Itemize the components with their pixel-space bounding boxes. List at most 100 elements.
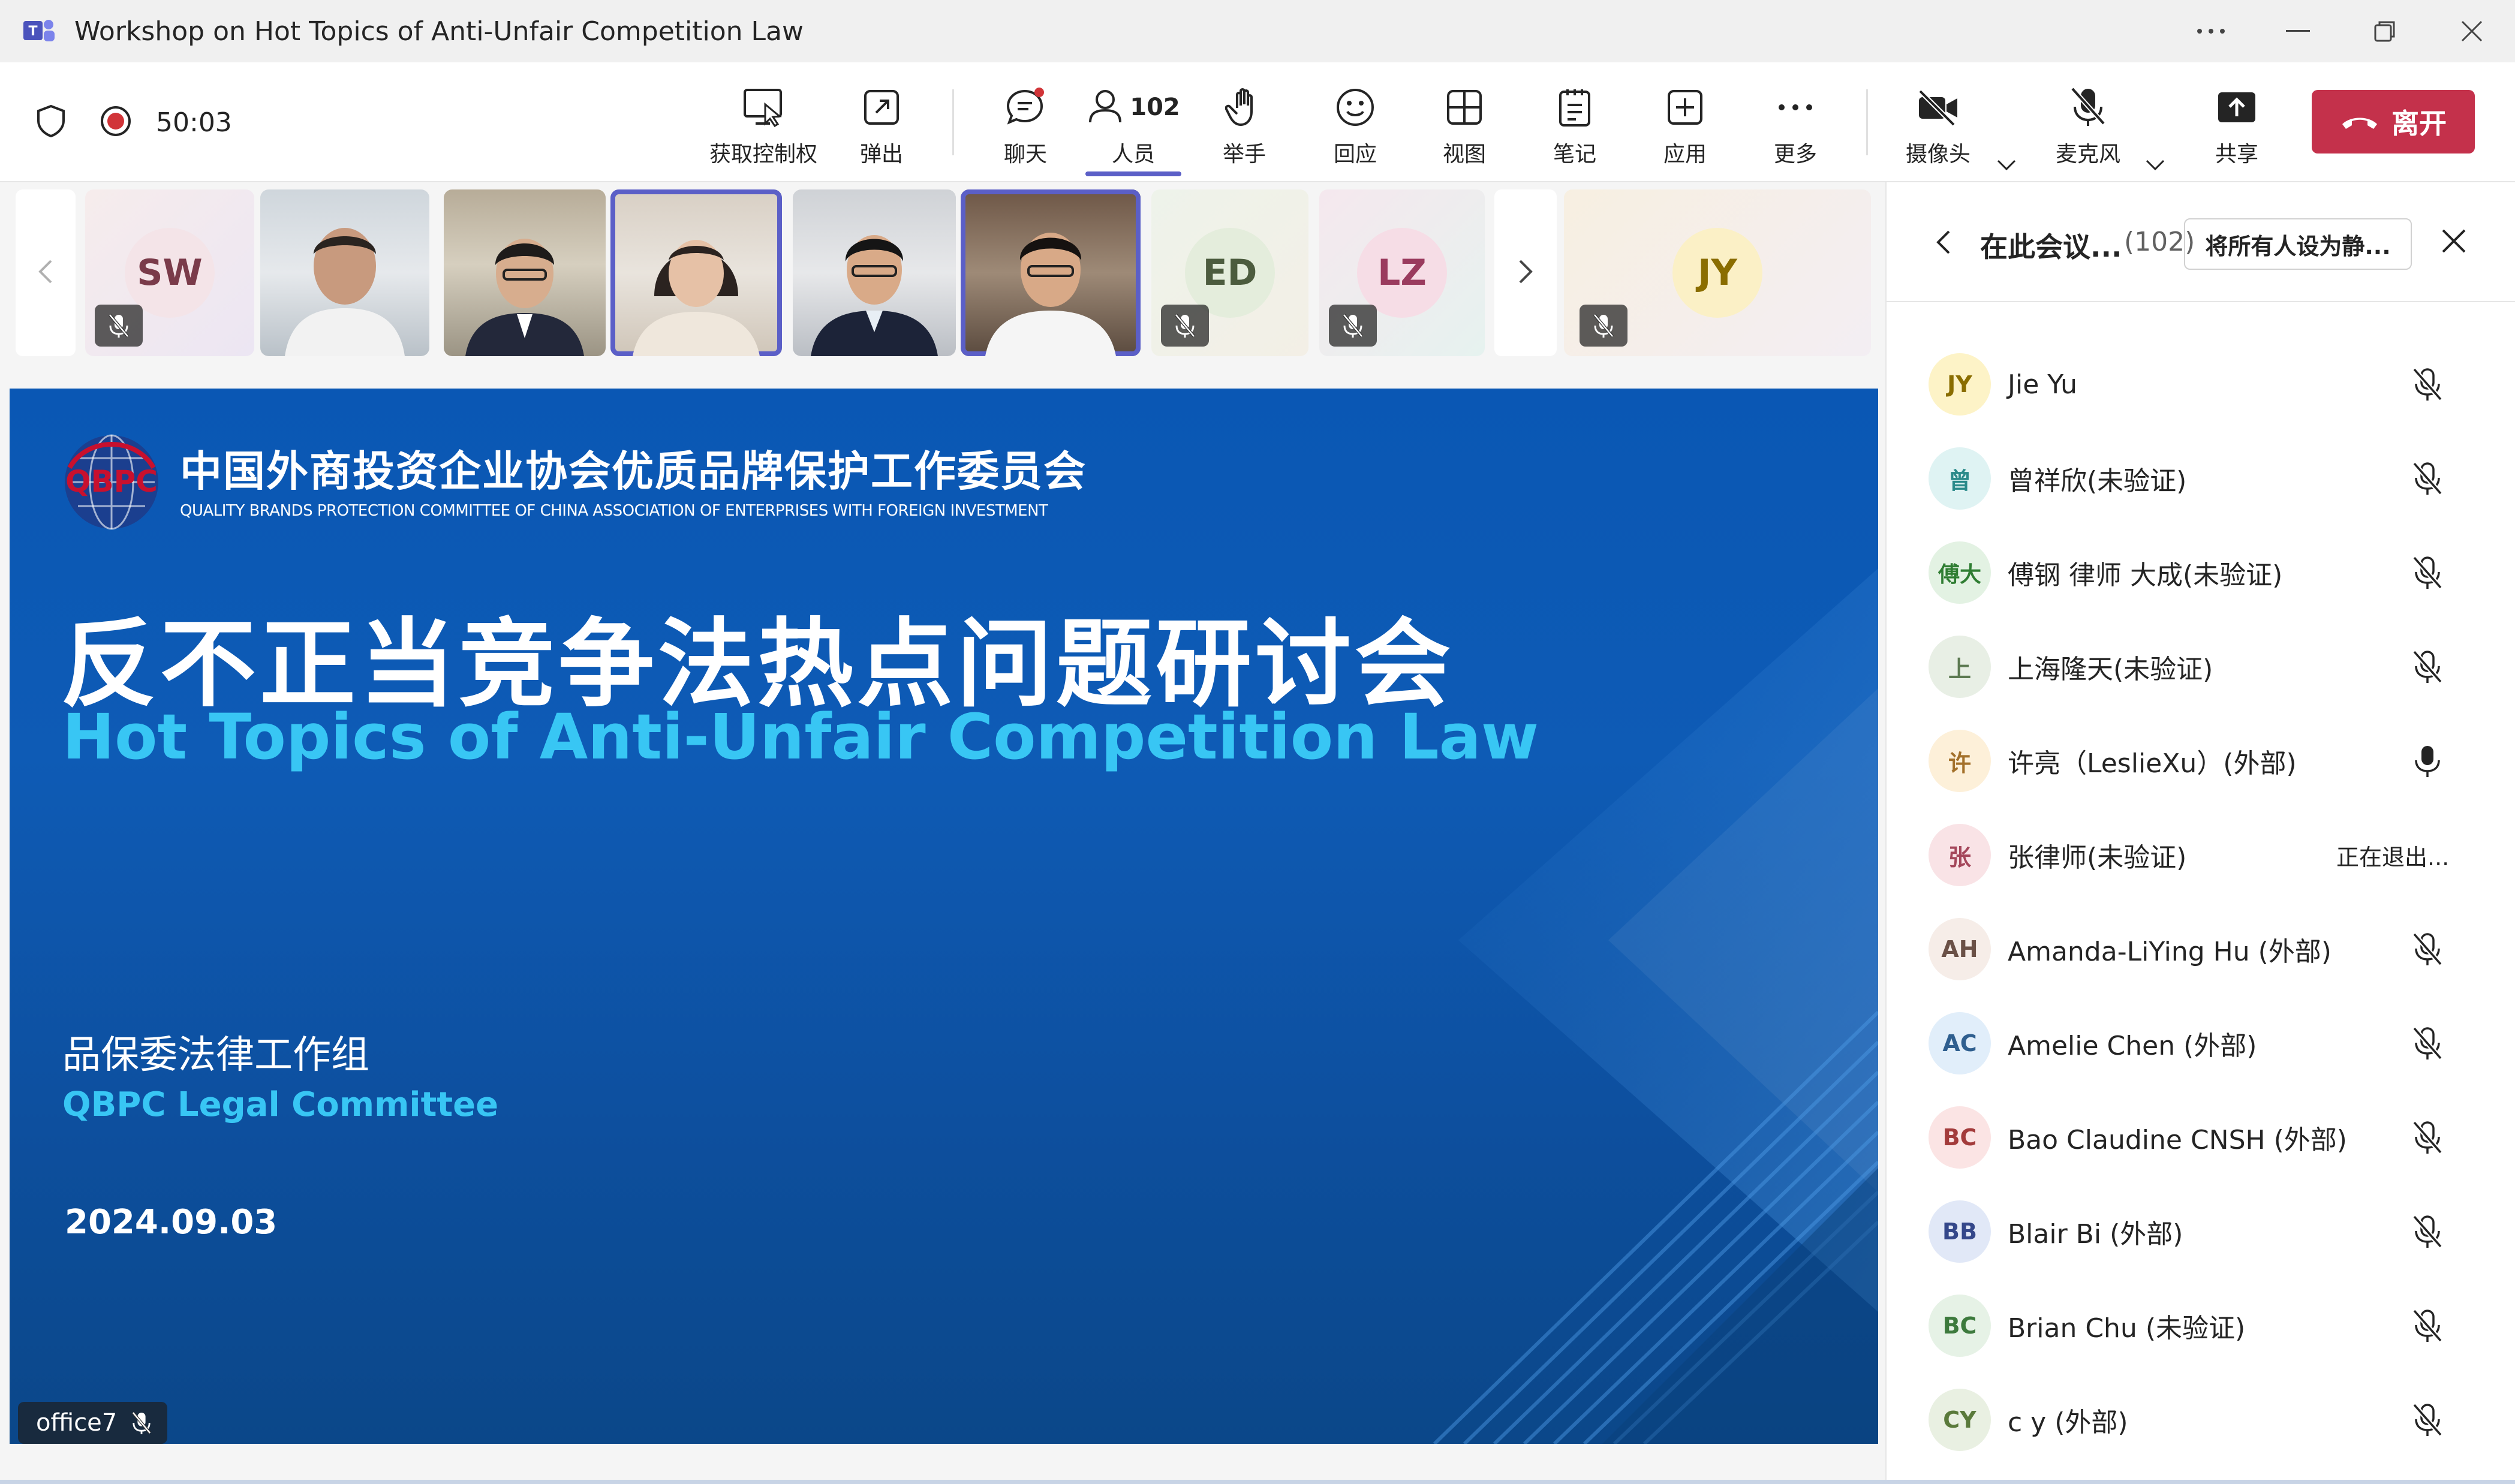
raise-hand-button[interactable]: 举手 — [1190, 80, 1298, 170]
mic-off-icon[interactable] — [2408, 930, 2447, 968]
participant-video — [465, 239, 584, 356]
chevron-left-icon — [37, 258, 55, 287]
avatar: JY — [1672, 228, 1762, 318]
restore-icon[interactable] — [2341, 0, 2428, 62]
participant-name: 傅钢 律师 大成(未验证) — [2008, 560, 2283, 591]
active-tab-indicator — [1085, 171, 1181, 176]
mic-off-icon[interactable] — [2408, 1118, 2447, 1157]
back-chevron-icon[interactable] — [1935, 228, 1953, 259]
camera-button[interactable]: 摄像头 — [1884, 80, 1992, 170]
mic-off-icon[interactable] — [2408, 365, 2447, 404]
shield-icon[interactable] — [36, 104, 66, 140]
shared-presentation-slide: QBPC 中国外商投资企业协会优质品牌保护工作委员会 QUALITY BRAND… — [10, 389, 1878, 1444]
mic-on-icon[interactable] — [2408, 742, 2447, 780]
participant-row[interactable]: 许许亮（LeslieXu）(外部) — [1887, 714, 2515, 808]
participant-video-tile[interactable] — [444, 189, 606, 356]
minimize-icon[interactable] — [2254, 0, 2341, 62]
more-label: 更多 — [1773, 142, 1817, 167]
mic-label: 麦克风 — [2055, 142, 2120, 167]
leave-label: 离开 — [2391, 107, 2447, 140]
pop-out-button[interactable]: 弹出 — [828, 80, 935, 170]
mic-off-icon — [1329, 305, 1377, 347]
participant-tile[interactable]: JY — [1564, 189, 1871, 356]
leave-button[interactable]: 离开 — [2312, 90, 2475, 153]
avatar: 许 — [1929, 730, 1991, 792]
pop-out-label: 弹出 — [859, 142, 903, 167]
avatar: 曾 — [1929, 447, 1991, 510]
mic-off-icon[interactable] — [2408, 1307, 2447, 1345]
participant-row[interactable]: BC Bao Claudine CNSH (外部) — [1887, 1090, 2515, 1185]
close-icon[interactable] — [2428, 0, 2515, 62]
share-button[interactable]: 共享 — [2183, 80, 2291, 170]
participant-row[interactable]: BB Blair Bi (外部) — [1887, 1184, 2515, 1279]
org-name-cn: 中国外商投资企业协会优质品牌保护工作委员会 — [180, 446, 1087, 496]
participant-name: 许亮（LeslieXu）(外部) — [2008, 748, 2297, 779]
mic-off-icon[interactable] — [2408, 648, 2447, 686]
mic-options-chevron-icon[interactable] — [2143, 152, 2173, 182]
apps-button[interactable]: 应用 — [1631, 80, 1739, 170]
slide-department-en: QBPC Legal Committee — [62, 1085, 499, 1124]
participant-row[interactable]: 傅大 傅钢 律师 大成(未验证) — [1887, 525, 2515, 620]
participant-video-tile[interactable] — [610, 189, 782, 356]
svg-text:T: T — [28, 24, 37, 39]
participant-video — [985, 233, 1116, 356]
grid-view-icon — [1446, 80, 1483, 134]
people-button[interactable]: 102 人员 — [1079, 80, 1187, 170]
participant-tile[interactable]: SW — [85, 189, 254, 356]
chevron-right-icon — [1517, 258, 1535, 287]
panel-title: 在此会议... — [1980, 231, 2122, 263]
mute-all-button[interactable]: 将所有人设为静... — [2184, 218, 2412, 270]
participant-tile[interactable]: LZ — [1319, 189, 1485, 356]
participant-row[interactable]: 曾曾祥欣(未验证) — [1887, 431, 2515, 526]
participant-tile[interactable]: ED — [1151, 189, 1308, 356]
participant-row[interactable]: JY Jie Yu — [1887, 337, 2515, 432]
avatar: 张 — [1929, 824, 1991, 886]
participant-row[interactable]: AH Amanda-LiYing Hu (外部) — [1887, 902, 2515, 997]
avatar: BB — [1929, 1200, 1991, 1263]
presenter-name-tag: office7 — [18, 1402, 168, 1444]
mic-off-icon[interactable] — [2408, 459, 2447, 498]
slide-date: 2024.09.03 — [65, 1203, 278, 1242]
chat-button[interactable]: 聊天 — [971, 80, 1079, 170]
participant-row[interactable]: CY c y (外部) — [1887, 1372, 2515, 1467]
teams-icon: T — [22, 14, 56, 49]
camera-options-chevron-icon[interactable] — [1994, 152, 2024, 182]
participant-video-tile[interactable] — [793, 189, 956, 356]
mic-off-icon[interactable] — [2408, 1024, 2447, 1062]
more-button[interactable]: 更多 — [1741, 80, 1849, 170]
mic-off-icon — [1161, 305, 1209, 347]
share-label: 共享 — [2215, 142, 2258, 167]
participant-name: Amanda-LiYing Hu (外部) — [2008, 937, 2332, 967]
participant-name: Brian Chu (未验证) — [2008, 1313, 2246, 1344]
avatar: CY — [1929, 1389, 1991, 1451]
share-icon — [2216, 80, 2258, 134]
panel-header: 在此会议... (102) 将所有人设为静... — [1887, 182, 2515, 302]
participant-name: Jie Yu — [2008, 369, 2077, 400]
participant-video — [633, 240, 760, 356]
view-button[interactable]: 视图 — [1410, 80, 1518, 170]
take-control-button[interactable]: 获取控制权 — [709, 80, 817, 170]
strip-next-button[interactable] — [1494, 189, 1557, 356]
participant-video-tile[interactable] — [260, 189, 429, 356]
more-options-icon[interactable] — [2167, 0, 2254, 62]
meeting-toolbar: 50:03 获取控制权 弹出 聊天 102 人员 举手 回应 视图 笔记 应用 … — [0, 62, 2515, 182]
mic-off-icon — [1580, 305, 1627, 347]
participant-name: 上海隆天(未验证) — [2008, 654, 2213, 685]
slide-title-en: Hot Topics of Anti-Unfair Competition La… — [62, 700, 1539, 773]
react-button[interactable]: 回应 — [1301, 80, 1409, 170]
chat-icon — [1004, 80, 1046, 134]
participant-row[interactable]: 张张律师(未验证) 正在退出... — [1887, 808, 2515, 902]
mic-off-icon[interactable] — [2408, 1212, 2447, 1251]
participant-row[interactable]: AC Amelie Chen (外部) — [1887, 996, 2515, 1091]
mic-button[interactable]: 麦克风 — [2034, 80, 2142, 170]
participant-name: c y (外部) — [2008, 1407, 2128, 1438]
participant-row[interactable]: BC Brian Chu (未验证) — [1887, 1278, 2515, 1373]
strip-prev-button[interactable] — [16, 189, 76, 356]
participant-video-tile[interactable] — [961, 189, 1141, 356]
mic-off-icon[interactable] — [2408, 553, 2447, 592]
participant-row[interactable]: 上上海隆天(未验证) — [1887, 619, 2515, 714]
mic-off-icon — [95, 305, 143, 347]
mic-off-icon[interactable] — [2408, 1401, 2447, 1439]
close-panel-icon[interactable] — [2441, 228, 2467, 257]
notes-button[interactable]: 笔记 — [1521, 80, 1629, 170]
